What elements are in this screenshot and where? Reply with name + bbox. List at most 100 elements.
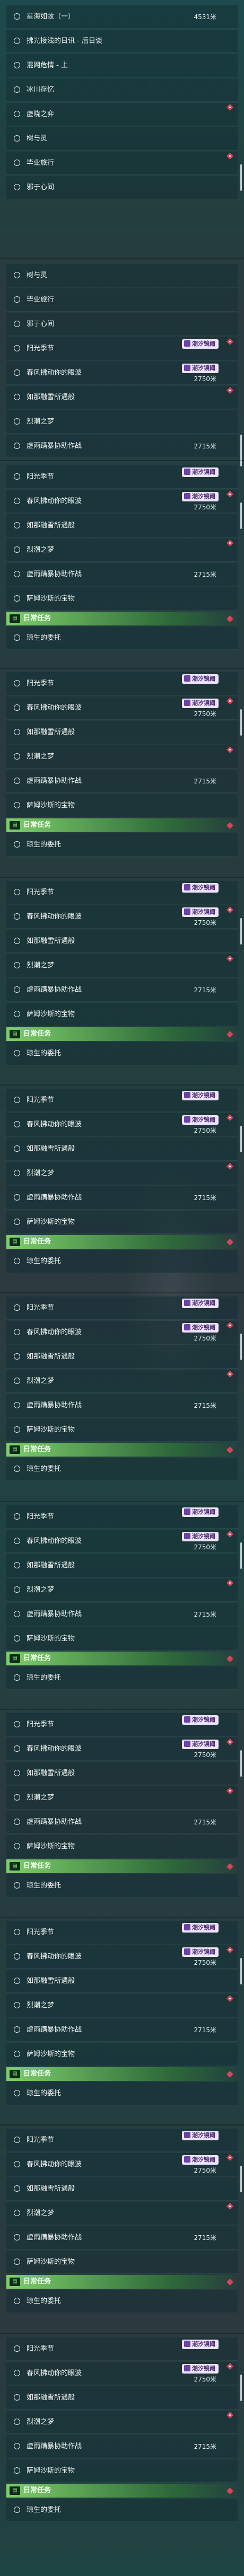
scrollbar[interactable] (240, 435, 242, 466)
quest-row[interactable]: 烈潮之梦 (6, 1786, 238, 1810)
daily-task-section-header[interactable]: ▤ 日常任务 (6, 2484, 238, 2498)
scrollbar[interactable] (240, 1750, 242, 1777)
quest-row[interactable]: 春风拂动你的眼波 潮汐镜阈 2750米 (6, 1530, 238, 1553)
quest-row[interactable]: 虚雨蹒暴协助作战 2715米 (6, 1186, 238, 1210)
quest-row[interactable]: 萨姆沙斯的宝物 (6, 1835, 238, 1858)
quest-row[interactable]: 邪于心间 (6, 313, 238, 336)
quest-row[interactable]: 如那融雪所遇般 (6, 721, 238, 744)
scrollbar[interactable] (240, 502, 242, 529)
quest-row[interactable]: 如那融雪所遇般 (6, 1554, 238, 1577)
quest-row[interactable]: 琼生的委托 (6, 2290, 238, 2313)
quest-row[interactable]: 琼生的委托 (6, 2499, 238, 2522)
daily-task-section-header[interactable]: ▤ 日常任务 (6, 1027, 238, 1041)
quest-row[interactable]: 虚雨蹒暴协助作战 2715米 (6, 2435, 238, 2458)
quest-row[interactable]: 虚雨蹒暴协助作战 2715米 (6, 1394, 238, 1417)
quest-row[interactable]: 琼生的委托 (6, 1666, 238, 1690)
quest-row[interactable]: 虚雨蹒暴协助作战 2715米 (6, 1811, 238, 1834)
quest-row[interactable]: 萨姆沙斯的宝物 (6, 794, 238, 817)
quest-row[interactable]: 萨姆沙斯的宝物 (6, 1418, 238, 1442)
daily-task-section-header[interactable]: ▤ 日常任务 (6, 2067, 238, 2081)
daily-task-section-header[interactable]: ▤ 日常任务 (6, 1859, 238, 1873)
quest-row[interactable]: 萨姆沙斯的宝物 (6, 587, 238, 611)
quest-row[interactable]: 阳光季节 潮汐镜阈 (6, 1505, 238, 1529)
quest-row[interactable]: 拂光接浅的日讯 - 后日谈 (6, 30, 238, 53)
quest-row[interactable]: 琼生的委托 (6, 1250, 238, 1273)
quest-row[interactable]: 混网危情 - 上 (6, 54, 238, 77)
quest-row[interactable]: 琼生的委托 (6, 1042, 238, 1065)
quest-row[interactable]: 如那融雪所遇般 (6, 1970, 238, 1993)
scrollbar[interactable] (240, 2375, 242, 2401)
scrollbar[interactable] (240, 2166, 242, 2192)
quest-row[interactable]: 萨姆沙斯的宝物 (6, 1211, 238, 1234)
quest-row[interactable]: 虚雨蹒暴协助作战 2715米 (6, 1603, 238, 1626)
quest-row[interactable]: 烈潮之梦 (6, 1578, 238, 1602)
daily-task-section-header[interactable]: ▤ 日常任务 (6, 818, 238, 832)
quest-row[interactable]: 如那融雪所遇般 (6, 1345, 238, 1369)
scrollbar[interactable] (240, 709, 242, 736)
quest-row[interactable]: 树与灵 (6, 264, 238, 287)
quest-row[interactable]: 春风拂动你的眼波 潮汐镜阈 2750米 (6, 696, 238, 720)
quest-row[interactable]: 萨姆沙斯的宝物 (6, 1003, 238, 1026)
quest-row[interactable]: 琼生的委托 (6, 1458, 238, 1481)
quest-row[interactable]: 萨姆沙斯的宝物 (6, 1627, 238, 1651)
quest-row[interactable]: 春风拂动你的眼波 潮汐镜阈 2750米 (6, 2153, 238, 2176)
quest-row[interactable]: 如那融雪所遇般 (6, 2177, 238, 2201)
quest-row[interactable]: 阳光季节 潮汐镜阈 (6, 672, 238, 695)
quest-row[interactable]: 如那融雪所遇般 (6, 2386, 238, 2410)
quest-row[interactable]: 毕业旅行 (6, 152, 238, 175)
quest-row[interactable]: 春风拂动你的眼波 潮汐镜阈 2750米 (6, 1113, 238, 1136)
quest-row[interactable]: 烈潮之梦 (6, 539, 238, 562)
quest-row[interactable]: 阳光季节 潮汐镜阈 (6, 1089, 238, 1112)
quest-row[interactable]: 虚雨蹒暴协助作战 2715米 (6, 978, 238, 1002)
quest-row[interactable]: 烈潮之梦 (6, 410, 238, 434)
quest-row[interactable]: 春风拂动你的眼波 潮汐镜阈 2750米 (6, 490, 238, 513)
quest-row[interactable]: 烈潮之梦 (6, 1994, 238, 2017)
quest-row[interactable]: 阳光季节 潮汐镜阈 (6, 1296, 238, 1320)
quest-row[interactable]: 春风拂动你的眼波 潮汐镜阈 2750米 (6, 1945, 238, 1969)
scrollbar[interactable] (240, 918, 242, 945)
quest-row[interactable]: 阳光季节 潮汐镜阈 (6, 1921, 238, 1944)
quest-row[interactable]: 星海如故（一） 4531米 (6, 5, 238, 29)
quest-row[interactable]: 阳光季节 潮汐镜阈 (6, 1713, 238, 1736)
quest-row[interactable]: 虚晓之弈 (6, 103, 238, 126)
scrollbar[interactable] (240, 1542, 242, 1569)
quest-row[interactable]: 阳光季节 潮汐镜阈 (6, 2129, 238, 2152)
quest-row[interactable]: 春风拂动你的眼波 潮汐镜阈 2750米 (6, 1737, 238, 1761)
quest-row[interactable]: 虚雨蹒暴协助作战 2715米 (6, 2226, 238, 2249)
quest-row[interactable]: 虚雨蹒暴协助作战 2715米 (6, 2018, 238, 2042)
scrollbar[interactable] (240, 1958, 242, 1984)
quest-row[interactable]: 烈潮之梦 (6, 2202, 238, 2225)
quest-row[interactable]: 如那融雪所遇般 (6, 386, 238, 409)
quest-row[interactable]: 如那融雪所遇般 (6, 930, 238, 953)
scrollbar[interactable] (240, 1126, 242, 1152)
quest-row[interactable]: 如那融雪所遇般 (6, 1762, 238, 1785)
quest-row[interactable]: 琼生的委托 (6, 1874, 238, 1898)
quest-row[interactable]: 萨姆沙斯的宝物 (6, 2459, 238, 2483)
daily-task-section-header[interactable]: ▤ 日常任务 (6, 2275, 238, 2289)
quest-row[interactable]: 冰川存忆 (6, 78, 238, 102)
daily-task-section-header[interactable]: ▤ 日常任务 (6, 1235, 238, 1249)
quest-row[interactable]: 阳光季节 潮汐镜阈 (6, 2337, 238, 2361)
quest-row[interactable]: 阳光季节 潮汐镜阈 (6, 465, 238, 489)
quest-row[interactable]: 春风拂动你的眼波 潮汐镜阈 2750米 (6, 1321, 238, 1344)
quest-row[interactable]: 邪于心间 (6, 176, 238, 199)
quest-row[interactable]: 烈潮之梦 (6, 1370, 238, 1393)
daily-task-section-header[interactable]: ▤ 日常任务 (6, 1652, 238, 1665)
quest-row[interactable]: 树与灵 (6, 127, 238, 151)
quest-row[interactable]: 虚雨蹒暴协助作战 2715米 (6, 435, 238, 458)
scrollbar[interactable] (240, 1334, 242, 1360)
quest-row[interactable]: 如那融雪所遇般 (6, 514, 238, 537)
quest-row[interactable]: 琼生的委托 (6, 627, 238, 650)
quest-row[interactable]: 琼生的委托 (6, 833, 238, 857)
quest-row[interactable]: 虚雨蹒暴协助作战 2715米 (6, 770, 238, 793)
quest-row[interactable]: 烈潮之梦 (6, 2411, 238, 2434)
quest-row[interactable]: 烈潮之梦 (6, 1162, 238, 1185)
quest-row[interactable]: 春风拂动你的眼波 潮汐镜阈 2750米 (6, 361, 238, 385)
quest-row[interactable]: 阳光季节 潮汐镜阈 (6, 337, 238, 360)
daily-task-section-header[interactable]: ▤ 日常任务 (6, 1443, 238, 1457)
quest-row[interactable]: 如那融雪所遇般 (6, 1137, 238, 1161)
scrollbar[interactable] (240, 164, 242, 191)
daily-task-section-header[interactable]: ▤ 日常任务 (6, 612, 238, 625)
quest-row[interactable]: 琼生的委托 (6, 2082, 238, 2105)
quest-row[interactable]: 毕业旅行 (6, 288, 238, 312)
